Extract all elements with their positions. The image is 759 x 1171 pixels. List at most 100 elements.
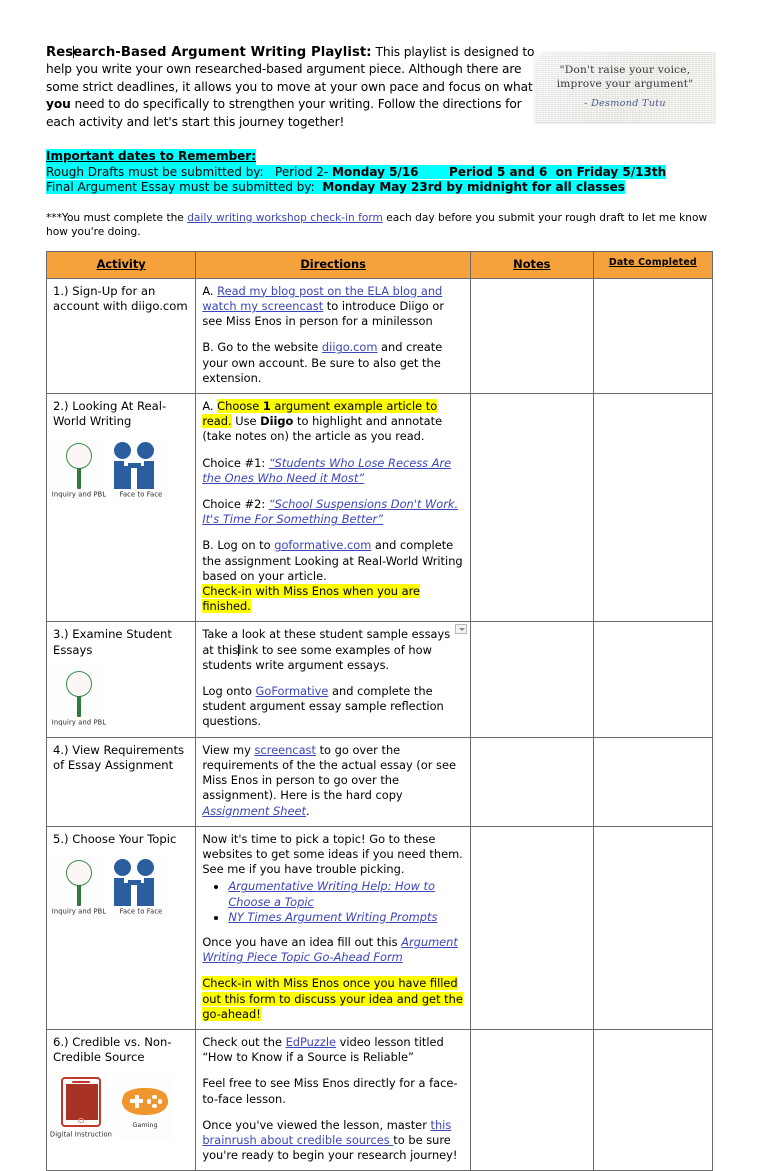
bullet-link[interactable]: Argumentative Writing Help: How to Choos… (228, 879, 435, 908)
document-page: Research-Based Argument Writing Playlist… (0, 0, 759, 1171)
date-completed-cell[interactable] (592, 393, 714, 623)
icon-digital-instruction: Digital Instruction (50, 1074, 112, 1140)
text-run: B. Log on to (202, 538, 275, 553)
rough-draft-period2: Monday 5/16 (332, 164, 419, 179)
directions-cell: A. Read my blog post on the ELA blog and… (195, 277, 471, 395)
table-header-row: Activity Directions Notes Date Completed (45, 250, 714, 279)
directions-cell: Take a look at these student sample essa… (195, 621, 471, 738)
text-run: 1 (262, 399, 271, 414)
rough-draft-label: Rough Drafts must be submitted by: Perio… (46, 164, 333, 179)
text-run: Now it's time to pick a topic! Go to the… (202, 831, 463, 877)
direction-bullet-list: Argumentative Writing Help: How to Choos… (202, 879, 464, 925)
inline-link[interactable]: GoFormative (256, 684, 329, 698)
two-people-icon (113, 439, 169, 491)
activity-icon-row: Inquiry and PBL (52, 667, 189, 729)
inline-link[interactable]: goformative.com (274, 538, 371, 552)
page-title: Research-Based Argument Writing Playlist… (46, 45, 372, 60)
dates-heading-line: Important dates to Remember: (46, 149, 713, 165)
activity-label: 4.) View Requirements of Essay Assignmen… (53, 742, 185, 773)
anchor-dropdown-marker-icon[interactable] (454, 624, 467, 635)
text-run: . (305, 803, 310, 818)
activity-label: 6.) Credible vs. Non-Credible Source (53, 1034, 172, 1065)
direction-paragraph: View my screencast to go over the requir… (202, 743, 464, 819)
activity-cell: 5.) Choose Your Topic Inquiry and PBL Face… (45, 825, 197, 1030)
inline-link[interactable]: diigo.com (322, 340, 378, 354)
notes-cell[interactable] (469, 736, 594, 827)
inline-link[interactable]: EdPuzzle (286, 1035, 336, 1049)
direction-paragraph: Now it's time to pick a topic! Go to the… (202, 832, 464, 878)
directions-cell: A. Choose 1 argument example article to … (195, 393, 471, 623)
final-essay-label: Final Argument Essay must be submitted b… (46, 180, 323, 195)
icon-caption: Face to Face (119, 491, 163, 500)
text-run: Check out the (202, 1034, 286, 1049)
directions-cell: Now it's time to pick a topic! Go to the… (195, 825, 471, 1030)
tablet-icon (53, 1075, 109, 1131)
checkin-note: ***You must complete the daily writing w… (46, 211, 711, 239)
date-completed-cell[interactable] (592, 736, 714, 827)
two-people-icon (113, 856, 169, 908)
final-essay-date: Monday May 23rd by midnight for all clas… (322, 180, 625, 195)
quote-line-1: "Don't raise your voice, (559, 64, 691, 76)
direction-paragraph: Choice #2: “School Suspensions Don't Wor… (202, 497, 464, 527)
table-row: 6.) Credible vs. Non-Credible Source Digi… (45, 1028, 714, 1171)
direction-paragraph: B. Go to the website diigo.com and creat… (202, 340, 464, 386)
daily-checkin-form-link[interactable]: daily writing workshop check-in form (187, 212, 383, 224)
date-completed-cell[interactable] (592, 277, 714, 395)
gamepad-icon: Gaming (117, 1075, 173, 1131)
table-row: 4.) View Requirements of Essay Assignmen… (45, 736, 714, 827)
icon-caption: Digital Instruction (49, 1131, 113, 1139)
bullet-link[interactable]: NY Times Argument Writing Prompts (228, 910, 437, 924)
intro-paragraph: Research-Based Argument Writing Playlist… (46, 44, 542, 131)
activity-cell: 2.) Looking At Real-World Writing Inquiry… (45, 393, 197, 623)
date-completed-cell[interactable] (592, 825, 714, 1030)
column-header-directions: Directions (195, 250, 471, 279)
text-run: Check-in with Miss Enos when you are fin… (202, 584, 421, 614)
list-item: NY Times Argument Writing Prompts (228, 910, 464, 925)
text-run: Diigo (260, 414, 294, 429)
activity-icon-row: Digital Instruction Gaming (50, 1074, 189, 1140)
quote-attribution: - Desmond Tutu (584, 98, 666, 109)
magnifying-glass-icon (53, 439, 105, 491)
date-completed-cell[interactable] (592, 1028, 714, 1171)
text-run: Once you've viewed the lesson, master (202, 1117, 431, 1132)
text-run: Once you have an idea fill out this (202, 934, 402, 949)
direction-paragraph: Check-in with Miss Enos once you have fi… (202, 976, 464, 1022)
quote-card: "Don't raise your voice, improve your ar… (535, 52, 715, 122)
notes-cell[interactable] (469, 621, 594, 738)
icon-inquiry-and-pbl: Inquiry and PBL (52, 438, 106, 500)
text-run: B. Go to the website (202, 340, 322, 355)
table-row: 1.) Sign-Up for an account with diigo.co… (45, 277, 714, 395)
icon-caption: Face to Face (119, 909, 163, 917)
notes-cell[interactable] (469, 1028, 594, 1171)
activity-label: 2.) Looking At Real-World Writing (53, 399, 167, 429)
icon-gaming: Gaming (117, 1074, 173, 1140)
date-completed-cell[interactable] (592, 621, 714, 738)
activity-cell: 1.) Sign-Up for an account with diigo.co… (45, 277, 197, 395)
activity-icon-row: Inquiry and PBL Face to Face (52, 438, 189, 500)
inline-link[interactable]: Assignment Sheet (202, 804, 306, 818)
dates-heading: Important dates to Remember: (46, 149, 257, 165)
notes-cell[interactable] (469, 277, 594, 395)
text-run: Check-in with Miss Enos once you have fi… (202, 976, 463, 1021)
notes-cell[interactable] (469, 393, 594, 623)
direction-paragraph: Choice #1: “Students Who Lose Recess Are… (202, 456, 464, 486)
intro-section: Research-Based Argument Writing Playlist… (46, 44, 715, 131)
text-run: Log onto (202, 684, 256, 699)
rough-draft-spacer (419, 165, 450, 179)
direction-paragraph: Feel free to see Miss Enos directly for … (202, 1076, 464, 1106)
magnifying-glass-icon (53, 667, 105, 719)
notes-cell[interactable] (469, 825, 594, 1030)
table-row: 2.) Looking At Real-World Writing Inquiry… (45, 393, 714, 623)
rough-draft-period56: Period 5 and 6 on Friday 5/13th (449, 164, 667, 179)
activity-label: 1.) Sign-Up for an account with diigo.co… (53, 283, 188, 314)
inline-link[interactable]: screencast (254, 743, 316, 757)
text-run: A. (202, 283, 218, 298)
text-run: Choose (217, 399, 263, 414)
icon-face-to-face: Face to Face (113, 856, 169, 918)
direction-paragraph: A. Read my blog post on the ELA blog and… (202, 284, 464, 330)
icon-inquiry-and-pbl: Inquiry and PBL (52, 856, 106, 918)
column-header-activity: Activity (45, 250, 197, 279)
direction-paragraph: Check out the EdPuzzle video lesson titl… (202, 1035, 464, 1065)
note-prefix: ***You must complete the (46, 211, 188, 224)
